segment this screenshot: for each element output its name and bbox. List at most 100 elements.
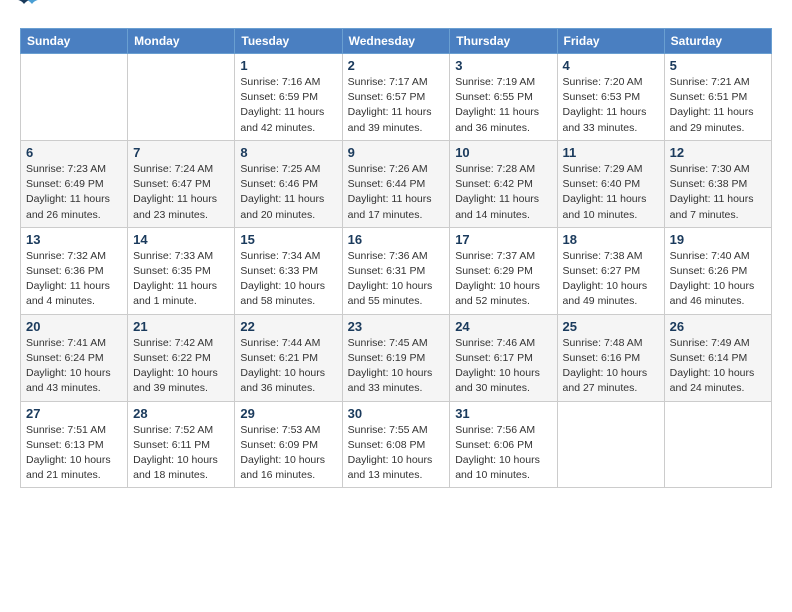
calendar-cell: 20Sunrise: 7:41 AMSunset: 6:24 PMDayligh…: [21, 314, 128, 401]
day-detail: Sunrise: 7:53 AMSunset: 6:09 PMDaylight:…: [240, 423, 336, 484]
day-number: 18: [563, 232, 659, 247]
day-detail: Sunrise: 7:49 AMSunset: 6:14 PMDaylight:…: [670, 336, 766, 397]
calendar-day-header: Wednesday: [342, 29, 450, 54]
day-number: 15: [240, 232, 336, 247]
day-detail: Sunrise: 7:44 AMSunset: 6:21 PMDaylight:…: [240, 336, 336, 397]
day-detail: Sunrise: 7:21 AMSunset: 6:51 PMDaylight:…: [670, 75, 766, 136]
header: [20, 16, 772, 18]
day-number: 10: [455, 145, 551, 160]
day-detail: Sunrise: 7:36 AMSunset: 6:31 PMDaylight:…: [348, 249, 445, 310]
day-number: 30: [348, 406, 445, 421]
calendar-cell: 10Sunrise: 7:28 AMSunset: 6:42 PMDayligh…: [450, 140, 557, 227]
page: SundayMondayTuesdayWednesdayThursdayFrid…: [0, 0, 792, 504]
day-number: 4: [563, 58, 659, 73]
calendar-day-header: Sunday: [21, 29, 128, 54]
calendar-cell: 30 Sunrise: 7:55 AMSunset: 6:08 PMDayligh…: [342, 401, 450, 488]
calendar-cell: 22Sunrise: 7:44 AMSunset: 6:21 PMDayligh…: [235, 314, 342, 401]
calendar-cell: 29 Sunrise: 7:53 AMSunset: 6:09 PMDayligh…: [235, 401, 342, 488]
day-number: 21: [133, 319, 229, 334]
day-number: 29: [240, 406, 336, 421]
calendar-cell: [21, 54, 128, 141]
calendar-table: SundayMondayTuesdayWednesdayThursdayFrid…: [20, 28, 772, 488]
calendar-cell: 15 Sunrise: 7:34 AMSunset: 6:33 PMDayligh…: [235, 227, 342, 314]
calendar-cell: 25 Sunrise: 7:48 AMSunset: 6:16 PMDayligh…: [557, 314, 664, 401]
day-number: 7: [133, 145, 229, 160]
calendar-day-header: Saturday: [664, 29, 771, 54]
calendar-cell: [664, 401, 771, 488]
day-number: 28: [133, 406, 229, 421]
day-number: 20: [26, 319, 122, 334]
calendar-cell: 18 Sunrise: 7:38 AMSunset: 6:27 PMDayligh…: [557, 227, 664, 314]
calendar-cell: 28 Sunrise: 7:52 AMSunset: 6:11 PMDayligh…: [128, 401, 235, 488]
day-number: 11: [563, 145, 659, 160]
day-number: 6: [26, 145, 122, 160]
day-number: 14: [133, 232, 229, 247]
day-detail: Sunrise: 7:46 AMSunset: 6:17 PMDaylight:…: [455, 336, 551, 397]
calendar-week-row: 20Sunrise: 7:41 AMSunset: 6:24 PMDayligh…: [21, 314, 772, 401]
day-detail: Sunrise: 7:25 AMSunset: 6:46 PMDaylight:…: [240, 162, 336, 223]
calendar-cell: 26Sunrise: 7:49 AMSunset: 6:14 PMDayligh…: [664, 314, 771, 401]
calendar-cell: 7Sunrise: 7:24 AMSunset: 6:47 PMDaylight…: [128, 140, 235, 227]
day-number: 5: [670, 58, 766, 73]
day-number: 17: [455, 232, 551, 247]
calendar-week-row: 27 Sunrise: 7:51 AMSunset: 6:13 PMDayligh…: [21, 401, 772, 488]
day-detail: Sunrise: 7:16 AMSunset: 6:59 PMDaylight:…: [240, 75, 336, 136]
calendar-cell: 3 Sunrise: 7:19 AMSunset: 6:55 PMDaylight…: [450, 54, 557, 141]
day-detail: Sunrise: 7:38 AMSunset: 6:27 PMDaylight:…: [563, 249, 659, 310]
day-detail: Sunrise: 7:52 AMSunset: 6:11 PMDaylight:…: [133, 423, 229, 484]
day-detail: Sunrise: 7:45 AMSunset: 6:19 PMDaylight:…: [348, 336, 445, 397]
calendar-cell: [128, 54, 235, 141]
day-detail: Sunrise: 7:42 AMSunset: 6:22 PMDaylight:…: [133, 336, 229, 397]
day-detail: Sunrise: 7:56 AMSunset: 6:06 PMDaylight:…: [455, 423, 551, 484]
day-number: 8: [240, 145, 336, 160]
day-detail: Sunrise: 7:19 AMSunset: 6:55 PMDaylight:…: [455, 75, 551, 136]
day-detail: Sunrise: 7:51 AMSunset: 6:13 PMDaylight:…: [26, 423, 122, 484]
day-number: 3: [455, 58, 551, 73]
day-number: 19: [670, 232, 766, 247]
calendar-cell: 31Sunrise: 7:56 AMSunset: 6:06 PMDayligh…: [450, 401, 557, 488]
calendar-day-header: Tuesday: [235, 29, 342, 54]
logo-bird-icon: [14, 0, 42, 12]
day-detail: Sunrise: 7:17 AMSunset: 6:57 PMDaylight:…: [348, 75, 445, 136]
calendar-cell: 17 Sunrise: 7:37 AMSunset: 6:29 PMDayligh…: [450, 227, 557, 314]
day-detail: Sunrise: 7:48 AMSunset: 6:16 PMDaylight:…: [563, 336, 659, 397]
logo: [20, 16, 42, 17]
day-number: 23: [348, 319, 445, 334]
day-number: 13: [26, 232, 122, 247]
calendar-week-row: 1 Sunrise: 7:16 AMSunset: 6:59 PMDaylight…: [21, 54, 772, 141]
day-number: 25: [563, 319, 659, 334]
calendar-day-header: Monday: [128, 29, 235, 54]
calendar-cell: 21 Sunrise: 7:42 AMSunset: 6:22 PMDayligh…: [128, 314, 235, 401]
calendar-cell: [557, 401, 664, 488]
day-number: 9: [348, 145, 445, 160]
calendar-cell: 13Sunrise: 7:32 AMSunset: 6:36 PMDayligh…: [21, 227, 128, 314]
calendar-cell: 12 Sunrise: 7:30 AMSunset: 6:38 PMDayligh…: [664, 140, 771, 227]
day-detail: Sunrise: 7:37 AMSunset: 6:29 PMDaylight:…: [455, 249, 551, 310]
day-number: 16: [348, 232, 445, 247]
day-number: 12: [670, 145, 766, 160]
day-number: 1: [240, 58, 336, 73]
day-number: 2: [348, 58, 445, 73]
calendar-cell: 11Sunrise: 7:29 AMSunset: 6:40 PMDayligh…: [557, 140, 664, 227]
day-number: 24: [455, 319, 551, 334]
calendar-cell: 4 Sunrise: 7:20 AMSunset: 6:53 PMDaylight…: [557, 54, 664, 141]
day-detail: Sunrise: 7:26 AMSunset: 6:44 PMDaylight:…: [348, 162, 445, 223]
calendar-cell: 9 Sunrise: 7:26 AMSunset: 6:44 PMDaylight…: [342, 140, 450, 227]
calendar-cell: 2 Sunrise: 7:17 AMSunset: 6:57 PMDaylight…: [342, 54, 450, 141]
day-detail: Sunrise: 7:34 AMSunset: 6:33 PMDaylight:…: [240, 249, 336, 310]
calendar-cell: 8 Sunrise: 7:25 AMSunset: 6:46 PMDaylight…: [235, 140, 342, 227]
day-detail: Sunrise: 7:55 AMSunset: 6:08 PMDaylight:…: [348, 423, 445, 484]
day-detail: Sunrise: 7:33 AMSunset: 6:35 PMDaylight:…: [133, 249, 229, 310]
calendar-cell: 5 Sunrise: 7:21 AMSunset: 6:51 PMDaylight…: [664, 54, 771, 141]
day-detail: Sunrise: 7:30 AMSunset: 6:38 PMDaylight:…: [670, 162, 766, 223]
calendar-cell: 6Sunrise: 7:23 AMSunset: 6:49 PMDaylight…: [21, 140, 128, 227]
calendar-week-row: 13Sunrise: 7:32 AMSunset: 6:36 PMDayligh…: [21, 227, 772, 314]
calendar-day-header: Friday: [557, 29, 664, 54]
calendar-cell: 16 Sunrise: 7:36 AMSunset: 6:31 PMDayligh…: [342, 227, 450, 314]
calendar-week-row: 6Sunrise: 7:23 AMSunset: 6:49 PMDaylight…: [21, 140, 772, 227]
calendar-cell: 24 Sunrise: 7:46 AMSunset: 6:17 PMDayligh…: [450, 314, 557, 401]
calendar-cell: 27 Sunrise: 7:51 AMSunset: 6:13 PMDayligh…: [21, 401, 128, 488]
day-number: 27: [26, 406, 122, 421]
day-detail: Sunrise: 7:20 AMSunset: 6:53 PMDaylight:…: [563, 75, 659, 136]
calendar-cell: 19Sunrise: 7:40 AMSunset: 6:26 PMDayligh…: [664, 227, 771, 314]
